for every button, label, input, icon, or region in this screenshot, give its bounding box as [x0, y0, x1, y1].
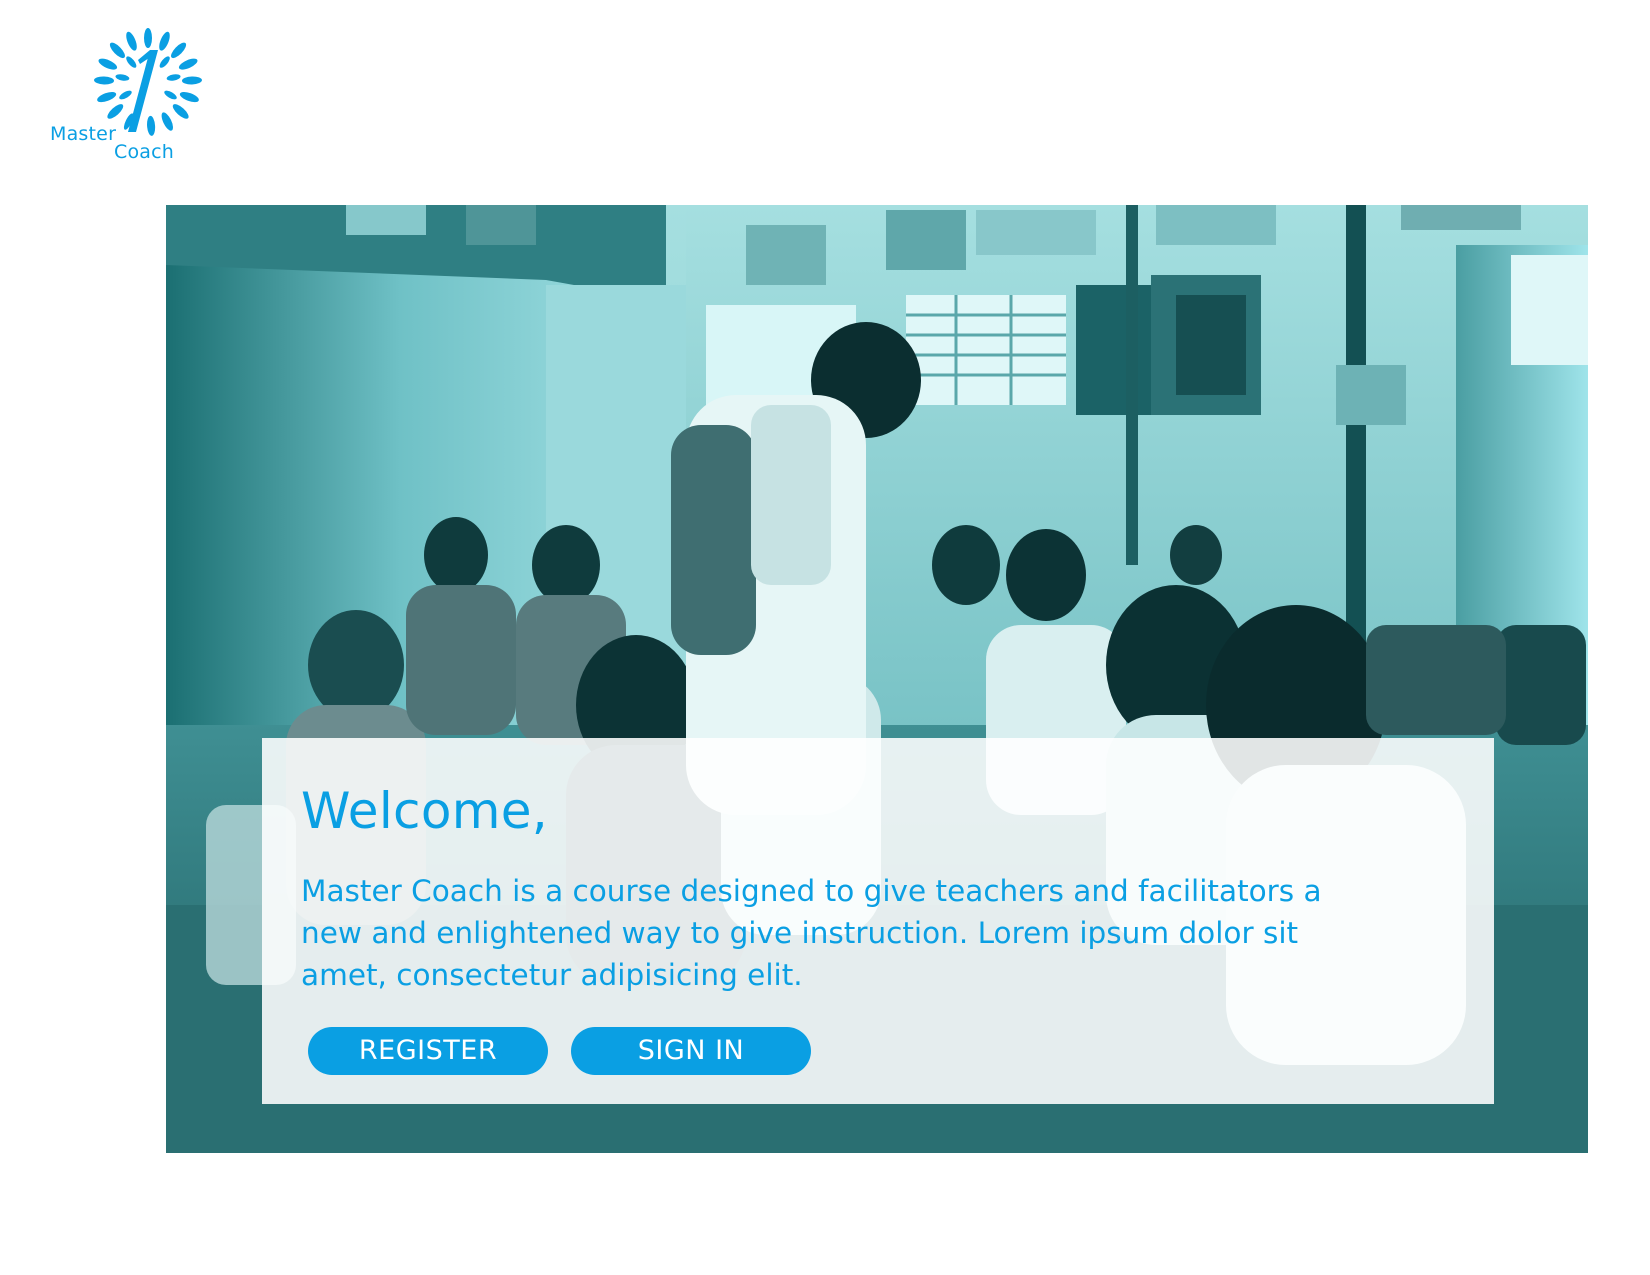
logo-word-master: Master: [50, 123, 117, 145]
welcome-title: Welcome,: [301, 782, 549, 840]
welcome-description: Master Coach is a course designed to giv…: [301, 874, 1322, 992]
logo-word-coach: Coach: [114, 141, 175, 163]
master-coach-logo[interactable]: Master Coach: [48, 22, 228, 172]
sign-in-button[interactable]: SIGN IN: [571, 1027, 811, 1075]
register-button[interactable]: REGISTER: [308, 1027, 548, 1075]
welcome-card: Welcome, Master Coach is a course design…: [262, 738, 1494, 1104]
